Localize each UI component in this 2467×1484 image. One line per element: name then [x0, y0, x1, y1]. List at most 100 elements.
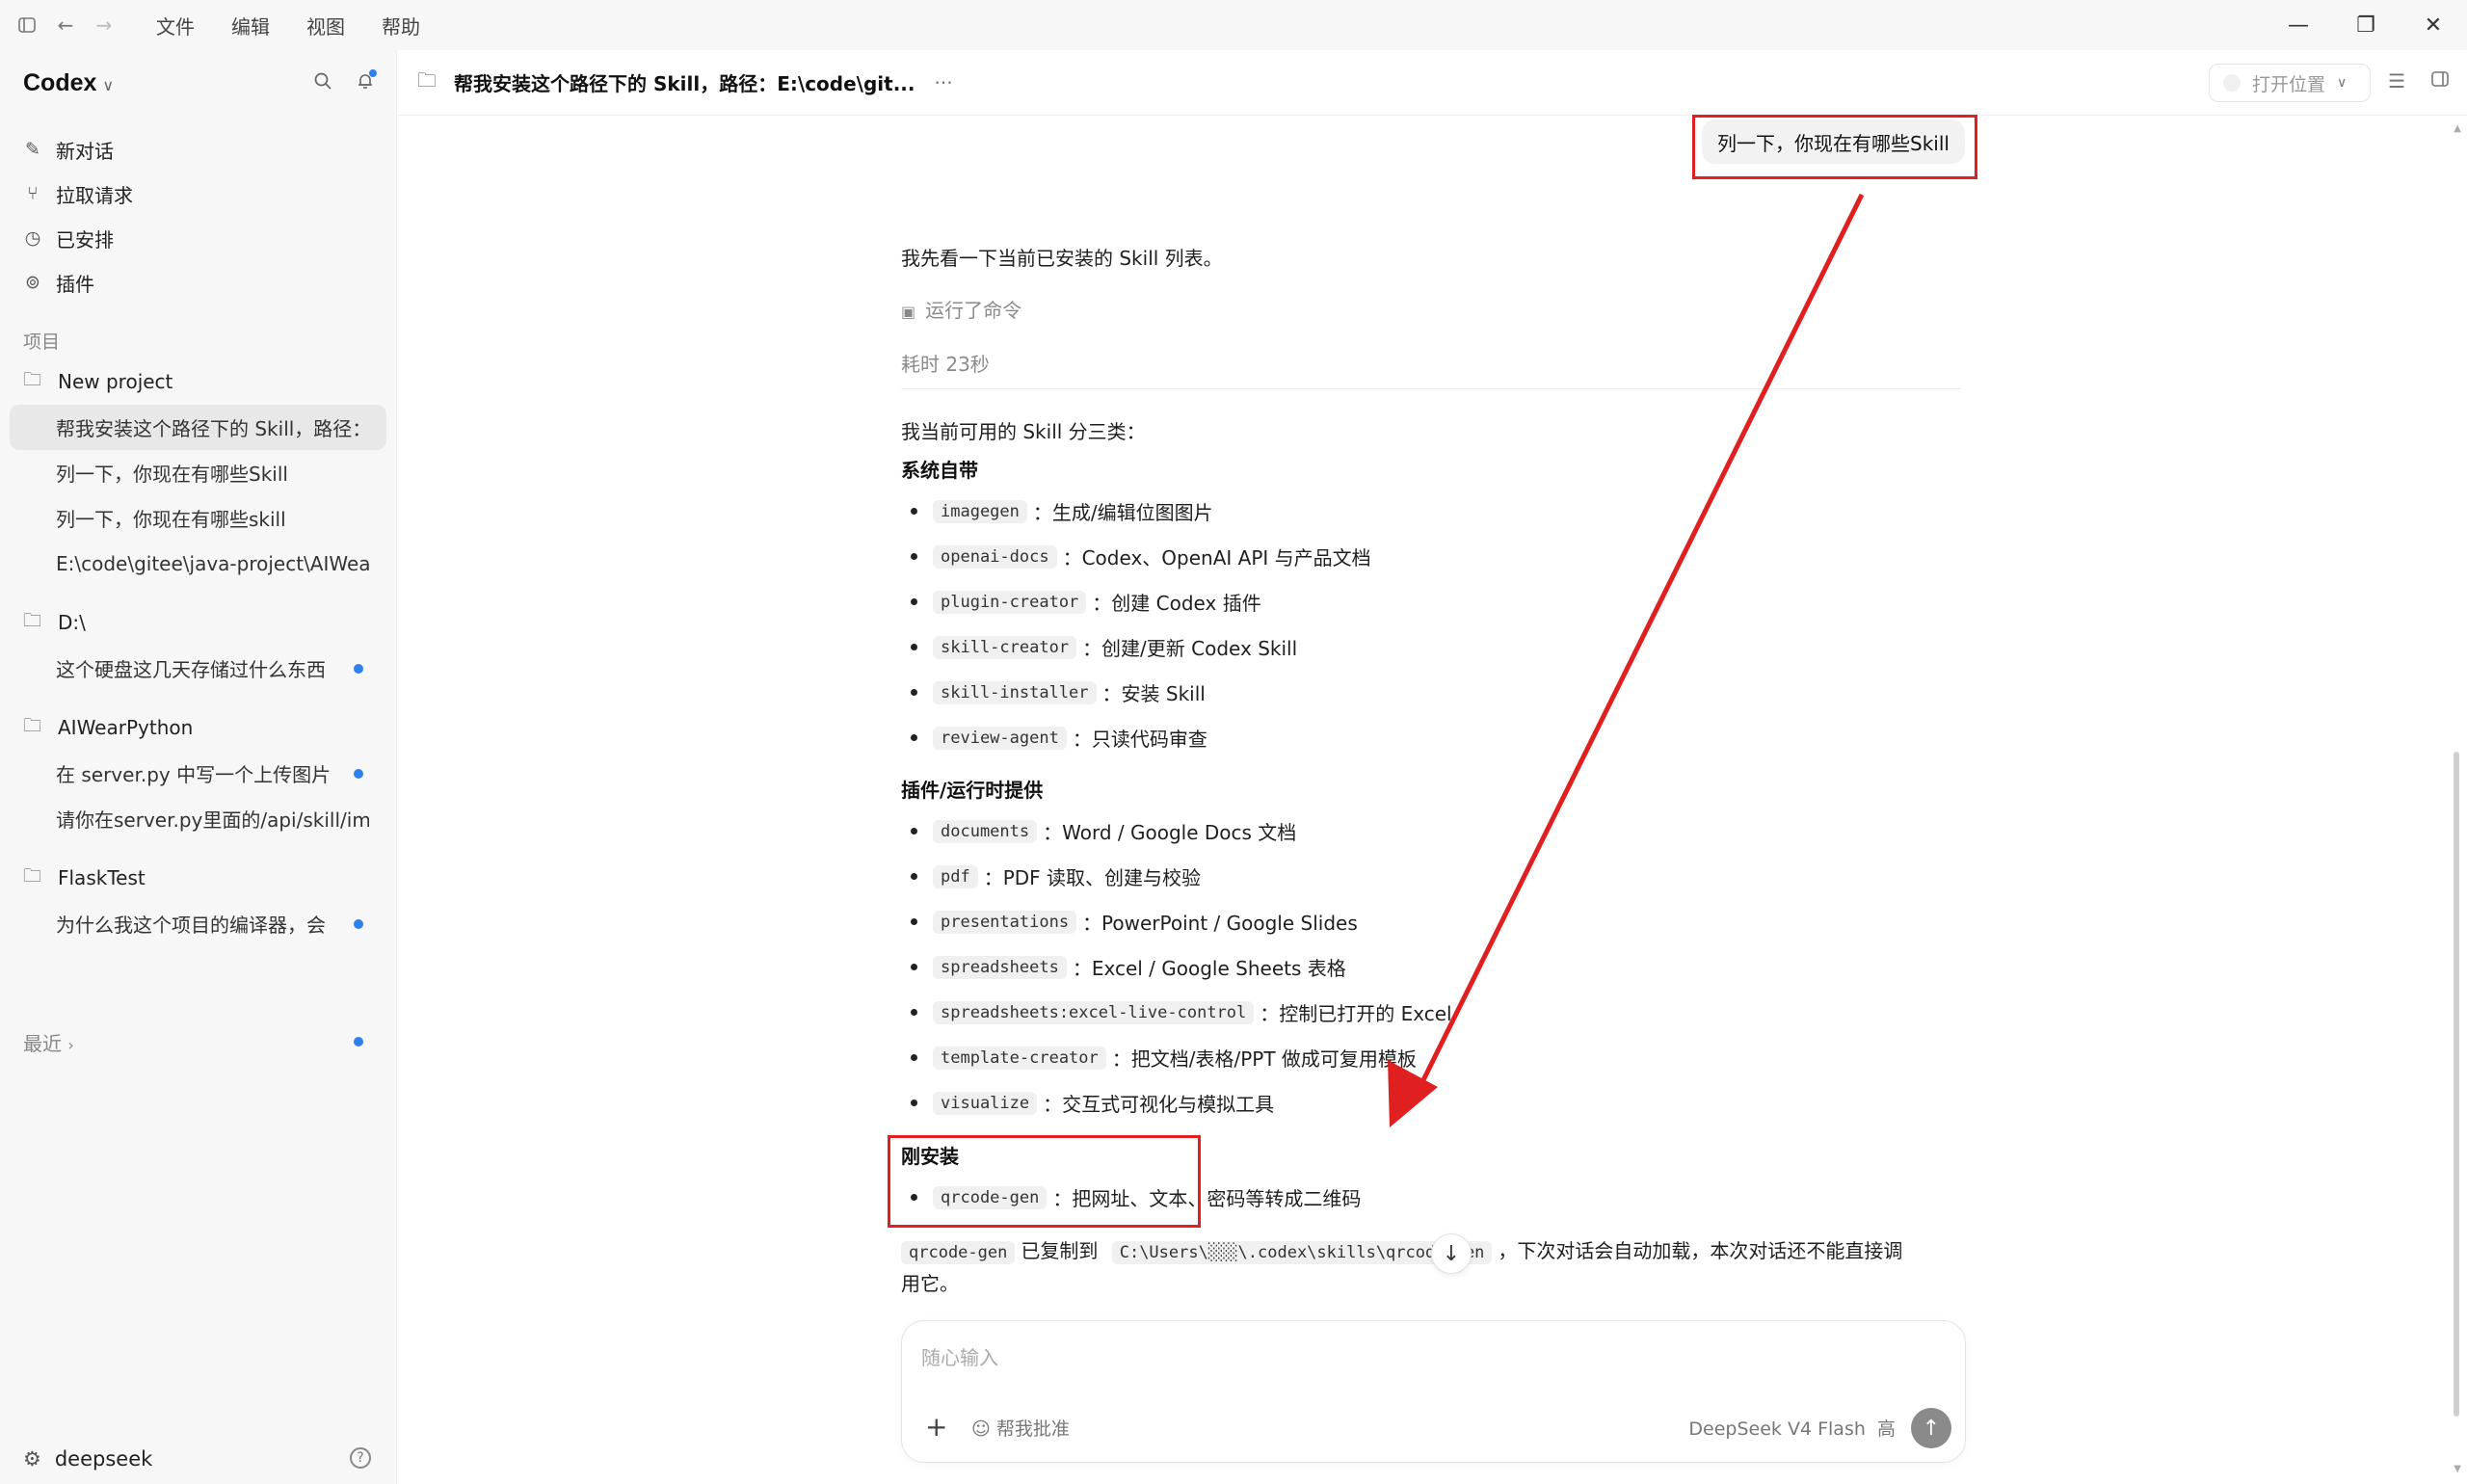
nav-label: 拉取请求: [56, 183, 133, 207]
divider: [901, 388, 1961, 389]
menu-help[interactable]: 帮助: [382, 12, 420, 40]
scroll-down-arrow-icon[interactable]: ▼: [2454, 1464, 2461, 1474]
skill-code: plugin-creator: [933, 590, 1087, 614]
bullet: [911, 1054, 917, 1061]
search-icon[interactable]: [313, 71, 332, 96]
list-item: spreadsheets:excel-live-control ：控制已打开的 E…: [901, 998, 1452, 1026]
project-list: 🗀 New project 帮我安装这个路径下的 Skill，路径：E:\code…: [0, 358, 396, 946]
list-item: openai-docs ：Codex、OpenAI API 与产品文档: [901, 543, 1371, 570]
thread-item[interactable]: 请你在server.py里面的/api/skill/ima: [0, 796, 396, 841]
skill-code: documents: [933, 819, 1038, 843]
skill-desc: ：把文档/表格/PPT 做成可复用模板: [1111, 1047, 1417, 1071]
ran-command-toggle[interactable]: ▣ 运行了命令: [901, 295, 1021, 323]
panel-toggle-icon[interactable]: [2430, 69, 2450, 93]
bell-icon[interactable]: [356, 69, 377, 96]
brand-name: Codex: [23, 69, 97, 96]
skill-code: review-agent: [933, 726, 1067, 750]
thread-item[interactable]: E:\code\gitee\java-project\AIWear-: [0, 541, 396, 586]
projects-section-label: 项目: [23, 331, 61, 353]
brand-menu[interactable]: Codex ∨: [23, 69, 114, 97]
summary-text: 我当前可用的 Skill 分三类：: [901, 420, 1146, 443]
skill-code: spreadsheets: [933, 955, 1067, 979]
list-item: skill-creator ：创建/更新 Codex Skill: [901, 633, 1297, 661]
pull-request-icon: ⑂: [27, 183, 39, 204]
thread-item-active[interactable]: 帮我安装这个路径下的 Skill，路径：E:\code\gitee: [10, 405, 386, 450]
thread-item[interactable]: 在 server.py 中写一个上传图片的: [0, 751, 396, 796]
note-text: ，下次对话会自动加载，本次对话还不能直接调: [1498, 1239, 1903, 1262]
composer-placeholder[interactable]: 随心输入: [921, 1342, 998, 1370]
menu-file[interactable]: 文件: [156, 12, 195, 40]
skill-code: skill-creator: [933, 635, 1077, 659]
thread-item[interactable]: 列一下，你现在有哪些Skill: [0, 450, 396, 495]
scheduled-button[interactable]: ◷ 已安排: [0, 216, 396, 260]
scrollbar[interactable]: [2454, 752, 2459, 1417]
thread-title: 在 server.py 中写一个上传图片的: [56, 763, 331, 786]
bullet: [911, 508, 917, 515]
bullet: [911, 689, 917, 696]
nav-label: 新对话: [56, 139, 114, 163]
close-icon[interactable]: ✕: [2400, 0, 2467, 50]
back-arrow-icon[interactable]: ←: [46, 0, 85, 50]
install-note: qrcode-gen 已复制到 C:\Users\░░░\.codex\skill…: [901, 1235, 1903, 1264]
approve-button[interactable]: ☺ 帮我批准: [971, 1415, 1070, 1441]
bullet: [911, 553, 917, 560]
send-button[interactable]: ↑: [1911, 1408, 1951, 1448]
menu-view[interactable]: 视图: [306, 12, 345, 40]
help-icon[interactable]: ?: [350, 1447, 371, 1469]
forward-arrow-icon[interactable]: →: [85, 0, 123, 50]
menu-bar: 文件 编辑 视图 帮助: [156, 12, 420, 40]
menu-edit[interactable]: 编辑: [231, 12, 270, 40]
restore-icon[interactable]: ❐: [2332, 0, 2400, 50]
skill-desc: ：控制已打开的 Excel: [1260, 1002, 1452, 1025]
thread-item[interactable]: 这个硬盘这几天存储过什么东西: [0, 646, 396, 691]
add-attachment-button[interactable]: +: [925, 1411, 947, 1443]
approve-label: 帮我批准: [995, 1418, 1070, 1440]
skill-desc: ：安装 Skill: [1101, 682, 1206, 705]
scroll-up-arrow-icon[interactable]: ▲: [2454, 123, 2461, 134]
project-aiwearpython[interactable]: 🗀 AIWearPython: [0, 704, 396, 751]
minimize-icon[interactable]: —: [2265, 0, 2332, 50]
list-item: presentations ：PowerPoint / Google Slides: [901, 908, 1358, 936]
sidebar: Codex ∨ ✎ 新对话 ⑂ 拉取请求 ◷ 已安排 ⊚ 插件 项目 🗀 New proje…: [0, 50, 397, 1484]
sidebar-nav: ✎ 新对话 ⑂ 拉取请求 ◷ 已安排 ⊚ 插件: [0, 127, 396, 305]
thread-title: 列一下，你现在有哪些skill: [56, 508, 286, 531]
list-item: skill-installer ：安装 Skill: [901, 678, 1206, 706]
skill-code: spreadsheets:excel-live-control: [933, 1000, 1255, 1024]
pull-requests-button[interactable]: ⑂ 拉取请求: [0, 172, 396, 216]
thread-item[interactable]: 列一下，你现在有哪些skill: [0, 495, 396, 541]
new-chat-button[interactable]: ✎ 新对话: [0, 127, 396, 172]
chevron-down-icon: ∨: [2337, 75, 2348, 91]
skill-desc: ：Word / Google Docs 文档: [1043, 821, 1297, 844]
message-composer[interactable]: 随心输入 + ☺ 帮我批准 DeepSeek V4 Flash 高 ↑: [901, 1320, 1966, 1463]
list-item: imagegen ：生成/编辑位图图片: [901, 497, 1213, 525]
more-options-button[interactable]: ···: [935, 71, 953, 94]
conversation-header: 🗀 帮我安装这个路径下的 Skill，路径：E:\code\git... ···…: [398, 50, 2467, 116]
bullet: [911, 918, 917, 925]
bullet: [911, 1100, 917, 1106]
skill-code: presentations: [933, 910, 1077, 934]
open-location-button[interactable]: 打开位置 ∨: [2209, 64, 2371, 102]
sidebar-toggle-icon[interactable]: [8, 0, 46, 50]
elapsed-time: 耗时 23秒: [901, 353, 990, 376]
assistant-intro: 我先看一下当前已安装的 Skill 列表。: [901, 247, 1223, 270]
recent-section[interactable]: 最近 ›: [23, 1028, 74, 1056]
checklist-icon[interactable]: ☰: [2388, 69, 2405, 93]
model-selector[interactable]: DeepSeek V4 Flash 高: [1688, 1415, 1896, 1441]
plugins-button[interactable]: ⊚ 插件: [0, 260, 396, 305]
scroll-to-bottom-button[interactable]: ↓: [1431, 1233, 1472, 1274]
nav-label: 插件: [56, 272, 94, 296]
effort-level: 高: [1876, 1418, 1896, 1440]
thread-item[interactable]: 为什么我这个项目的编译器，会: [0, 901, 396, 946]
project-flasktest[interactable]: 🗀 FlaskTest: [0, 855, 396, 901]
folder-icon: 🗀: [23, 715, 42, 736]
project-d-drive[interactable]: 🗀 D:\: [0, 599, 396, 646]
project-name: AIWearPython: [58, 716, 194, 739]
skill-code: imagegen: [933, 499, 1027, 523]
group-title: 插件/运行时提供: [901, 779, 1044, 802]
project-name: D:\: [58, 611, 86, 634]
account-button[interactable]: ⚙ deepseek: [23, 1447, 152, 1471]
unread-dot: [354, 1037, 363, 1047]
project-new-project[interactable]: 🗀 New project: [0, 358, 396, 405]
annotation-box-user-message: [1692, 115, 1977, 179]
